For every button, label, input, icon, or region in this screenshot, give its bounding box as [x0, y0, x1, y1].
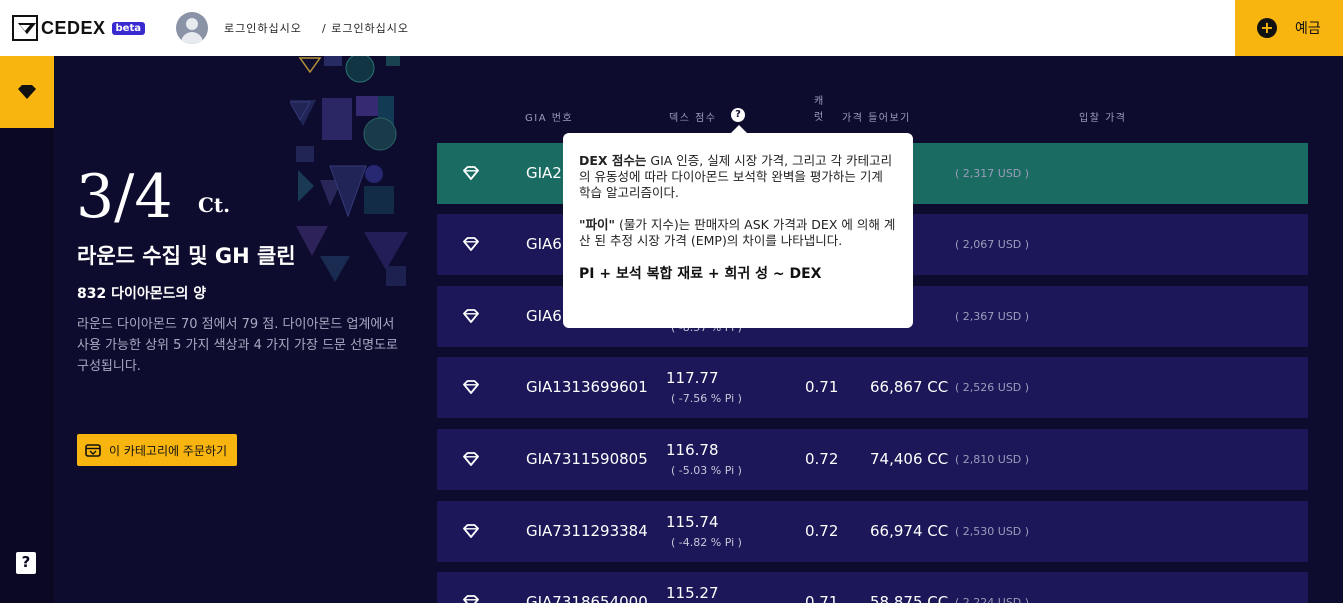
- pi-value: ( -7.56 % Pi ): [671, 392, 742, 405]
- category-title: 라운드 수집 및 GH 클린: [77, 244, 296, 268]
- deposit-label: 예금: [1295, 21, 1321, 37]
- price-usd: ( 2,810 USD ): [955, 453, 1030, 466]
- price-cc: 74,406 CC: [870, 450, 949, 468]
- dex-score: 115.74: [666, 513, 719, 531]
- logo-text: CEDEX: [41, 17, 106, 38]
- order-category-button[interactable]: 이 카테고리에 주문하기: [77, 434, 238, 466]
- logo-mark-icon: [12, 15, 38, 41]
- price-usd: ( 2,224 USD ): [955, 596, 1030, 603]
- plus-circle-icon: +: [1257, 18, 1277, 38]
- price-usd: ( 2,530 USD ): [955, 525, 1030, 538]
- diamond-icon: [463, 166, 479, 180]
- tooltip-p1-bold: DEX 점수는: [579, 153, 647, 168]
- category-description: 라운드 다이아몬드 70 점에서 79 점. 다이아몬드 업계에서 사용 가능한…: [77, 317, 398, 374]
- table-row[interactable]: GIA7311293384 115.74 ( -4.82 % Pi ) 0.72 66,…: [437, 501, 1308, 562]
- top-bar: CEDEX beta 로그인하십시오 / 로그인하십시오 + 예금: [0, 0, 1343, 56]
- gia-number: GIA6: [526, 307, 562, 325]
- logo[interactable]: CEDEX beta: [12, 14, 145, 42]
- basket-icon: [85, 444, 101, 457]
- table-row[interactable]: GIA7311590805 116.78 ( -5.03 % Pi ) 0.72 74,…: [437, 429, 1308, 490]
- price-cc: 66,974 CC: [870, 522, 949, 540]
- gia-number: GIA6: [526, 235, 562, 253]
- header-dex[interactable]: 덱스 점수: [669, 109, 716, 124]
- gia-number: GIA7318654000: [526, 593, 648, 603]
- diamond-icon: [463, 309, 479, 323]
- beta-badge: beta: [111, 21, 145, 35]
- avatar[interactable]: [176, 12, 208, 44]
- tooltip-paragraph-2: "파이" (물가 지수)는 판매자의 ASK 가격과 DEX 에 의해 계산 된…: [579, 217, 897, 249]
- header-bid[interactable]: 입찰 가격: [1079, 109, 1126, 124]
- gia-number: GIA7311590805: [526, 450, 648, 468]
- category-carat-unit: Ct.: [198, 193, 231, 217]
- price-usd: ( 2,317 USD ): [955, 167, 1030, 180]
- diamond-icon: [463, 452, 479, 466]
- carat-value: 0.71: [805, 593, 839, 603]
- carat-value: 0.72: [805, 450, 839, 468]
- pi-value: ( -5.03 % Pi ): [671, 464, 742, 477]
- carat-value: 0.71: [805, 378, 839, 396]
- header-price[interactable]: 가격 들어보기: [842, 109, 911, 124]
- pi-value: ( -4.82 % Pi ): [671, 536, 742, 549]
- dex-score: 115.27: [666, 584, 719, 602]
- price-usd: ( 2,067 USD ): [955, 238, 1030, 251]
- tooltip-formula: PI + 보석 복합 재료 + 희귀 성 ~ DEX: [579, 266, 822, 282]
- price-usd: ( 2,367 USD ): [955, 310, 1030, 323]
- dex-score: 116.78: [666, 441, 719, 459]
- price-cc: 66,867 CC: [870, 378, 949, 396]
- help-question-icon[interactable]: ?: [16, 552, 36, 574]
- category-count: 832 다이아몬드의 양: [77, 286, 207, 302]
- diamond-icon: [463, 380, 479, 394]
- diamond-icon: [463, 524, 479, 538]
- category-carat: 3/4: [76, 162, 173, 232]
- dex-help-question-icon[interactable]: ?: [731, 108, 745, 122]
- gia-number: GIA1313699601: [526, 378, 648, 396]
- table-row[interactable]: GIA1313699601 117.77 ( -7.56 % Pi ) 0.71 66,…: [437, 357, 1308, 418]
- table-row[interactable]: GIA7318654000 115.27 0.71 58,875 CC ( 2,224 …: [437, 572, 1308, 603]
- left-rail: [0, 56, 54, 603]
- carat-value: 0.72: [805, 522, 839, 540]
- favorites-button[interactable]: [0, 56, 54, 128]
- decorative-gem-pattern: [290, 56, 408, 286]
- order-button-label: 이 카테고리에 주문하기: [109, 443, 228, 458]
- tooltip-p2-bold: "파이": [579, 217, 616, 232]
- price-usd: ( 2,526 USD ): [955, 381, 1030, 394]
- tooltip-paragraph-1: DEX 점수는 GIA 인증, 실제 시장 가격, 그리고 각 카테고리의 유동…: [579, 153, 897, 201]
- diamond-icon: [463, 595, 479, 603]
- gia-number: GIA7311293384: [526, 522, 648, 540]
- diamond-icon: [463, 237, 479, 251]
- heart-icon: [18, 85, 36, 99]
- price-cc: 58,875 CC: [870, 593, 949, 603]
- header-carat-text: 캐럿: [814, 96, 826, 123]
- header-carat[interactable]: 캐럿: [814, 94, 825, 126]
- dex-score-tooltip: DEX 점수는 GIA 인증, 실제 시장 가격, 그리고 각 카테고리의 유동…: [563, 125, 913, 328]
- login-link[interactable]: 로그인하십시오: [224, 20, 302, 36]
- tooltip-p2-rest: (물가 지수)는 판매자의 ASK 가격과 DEX 에 의해 계산 된 추정 시…: [579, 217, 896, 248]
- gia-number: GIA2: [526, 164, 562, 182]
- dex-score: 117.77: [666, 369, 719, 387]
- header-gia[interactable]: GIA 번호: [525, 109, 573, 124]
- breadcrumb-login-link[interactable]: / 로그인하십시오: [322, 20, 409, 36]
- deposit-button[interactable]: + 예금: [1235, 0, 1343, 56]
